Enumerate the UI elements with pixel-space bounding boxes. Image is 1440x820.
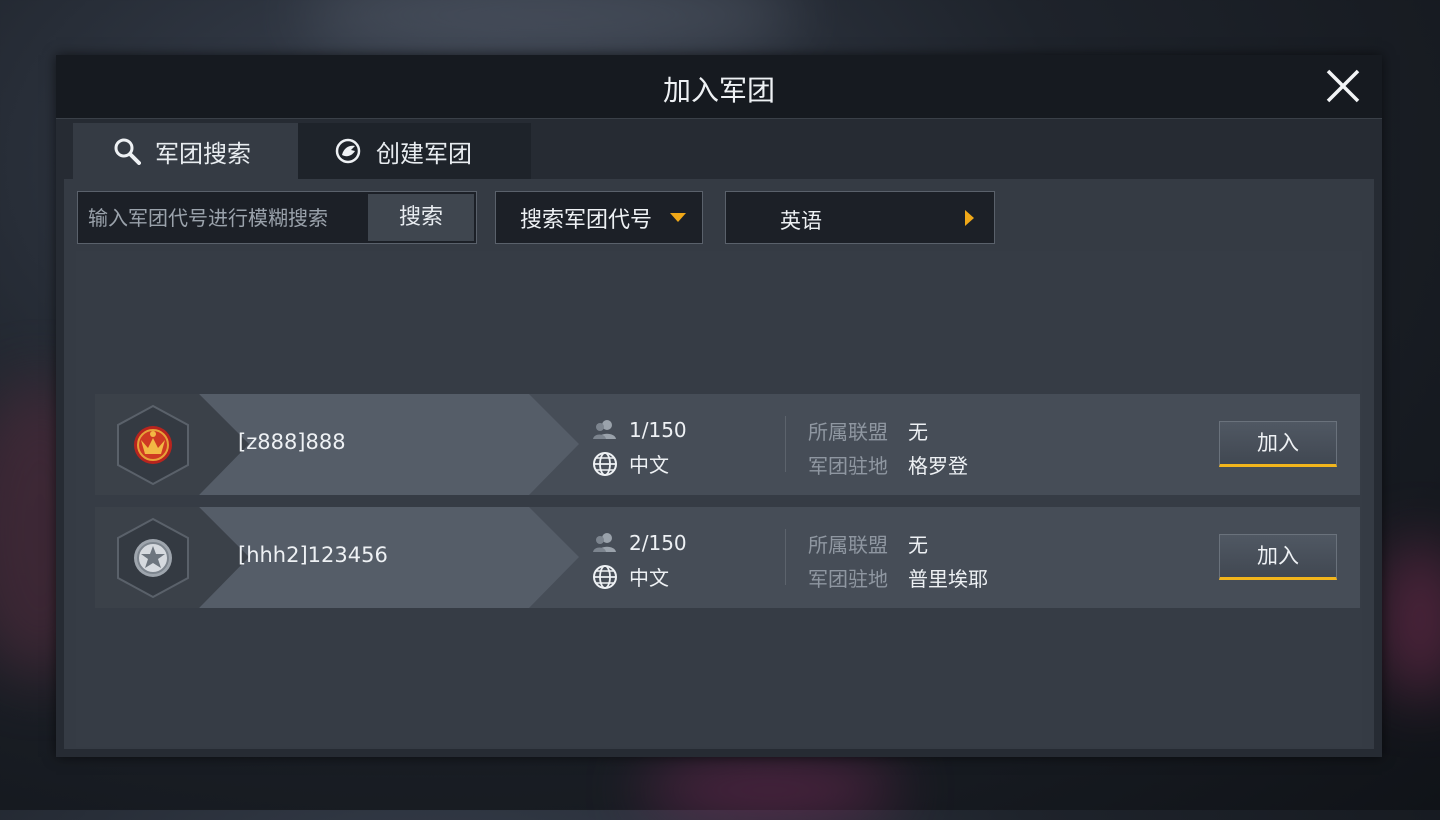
globe-icon	[593, 564, 617, 589]
language-dropdown[interactable]: 英语	[725, 191, 995, 244]
member-count-value: 2/150	[629, 531, 687, 555]
language-label: 英语	[780, 209, 822, 233]
search-type-label: 搜索军团代号	[520, 207, 653, 233]
background-glow	[640, 760, 900, 820]
tab-create-legion[interactable]: 创建军团	[298, 123, 531, 179]
alliance-label: 所属联盟	[808, 420, 888, 444]
emblem-cell	[95, 507, 199, 608]
dialog-title: 加入军团	[662, 74, 775, 107]
member-count: 2/150	[591, 529, 687, 557]
member-count-value: 1/150	[629, 418, 687, 442]
results-area	[76, 251, 1362, 747]
legion-row[interactable]: [z888]888 1/150 中文 所属联盟 无 军团驻地 格罗登 加入	[95, 394, 1360, 495]
divider	[785, 529, 786, 585]
globe-icon	[593, 451, 617, 476]
tab-label: 军团搜索	[155, 139, 251, 168]
members-icon	[593, 533, 616, 552]
tab-legion-search[interactable]: 军团搜索	[73, 123, 298, 179]
legion-language: 中文	[591, 449, 669, 478]
dialog-titlebar: 加入军团	[56, 55, 1382, 119]
base-label: 军团驻地	[808, 567, 888, 591]
red-phoenix-emblem-icon	[117, 404, 189, 486]
search-input[interactable]	[78, 192, 368, 243]
background-glow	[300, 0, 800, 60]
search-button[interactable]: 搜索	[368, 194, 474, 241]
search-box: 搜索	[77, 191, 477, 244]
members-icon	[593, 420, 616, 439]
base-value: 普里埃耶	[908, 567, 988, 591]
close-icon	[1326, 69, 1360, 103]
language-value: 中文	[629, 453, 669, 477]
join-button[interactable]: 加入	[1219, 421, 1337, 467]
search-panel: 搜索 搜索军团代号 英语	[64, 179, 1374, 749]
divider	[785, 416, 786, 472]
legion-name: [hhh2]123456	[238, 543, 388, 567]
alliance-value: 无	[908, 533, 928, 557]
background-glow	[1380, 540, 1440, 700]
search-type-dropdown[interactable]: 搜索军团代号	[495, 191, 703, 244]
silver-star-emblem-icon	[117, 517, 189, 599]
base-label: 军团驻地	[808, 454, 888, 478]
create-legion-icon	[335, 138, 361, 164]
search-icon	[114, 138, 141, 165]
join-button[interactable]: 加入	[1219, 534, 1337, 580]
alliance-value: 无	[908, 420, 928, 444]
close-button[interactable]	[1322, 65, 1364, 107]
emblem-cell	[95, 394, 199, 495]
alliance-label: 所属联盟	[808, 533, 888, 557]
legion-row[interactable]: [hhh2]123456 2/150 中文 所属联盟 无 军团驻地 普里埃耶 加…	[95, 507, 1360, 608]
chevron-down-icon	[670, 213, 687, 222]
member-count: 1/150	[591, 416, 687, 444]
legion-language: 中文	[591, 562, 669, 591]
join-legion-dialog: 加入军团 军团搜索 创建军团 搜索	[56, 55, 1382, 757]
legion-name: [z888]888	[238, 430, 346, 454]
chevron-right-icon	[965, 210, 974, 226]
language-value: 中文	[629, 566, 669, 590]
base-value: 格罗登	[908, 454, 968, 478]
tab-label: 创建军团	[376, 139, 472, 168]
